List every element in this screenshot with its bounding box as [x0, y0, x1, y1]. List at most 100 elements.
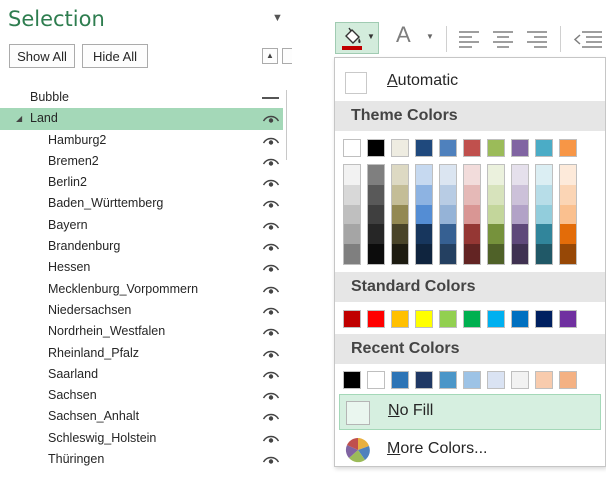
tree-item-berlin2[interactable]: Berlin2: [0, 172, 290, 193]
theme-color-swatch[interactable]: [487, 139, 505, 157]
theme-shade-swatch[interactable]: [464, 204, 480, 225]
standard-color-swatch[interactable]: [511, 310, 529, 328]
tree-item-rheinland-pfalz[interactable]: Rheinland_Pfalz: [0, 343, 290, 364]
align-left-icon[interactable]: [458, 30, 480, 48]
theme-shade-swatch[interactable]: [368, 184, 384, 205]
align-center-icon[interactable]: [492, 30, 514, 48]
theme-shade-swatch[interactable]: [392, 224, 408, 245]
decrease-indent-icon[interactable]: [572, 30, 602, 48]
theme-shade-swatch[interactable]: [344, 224, 360, 245]
theme-shade-swatch[interactable]: [512, 224, 528, 245]
shape-fill-button[interactable]: ▼: [335, 22, 379, 54]
theme-color-swatch[interactable]: [439, 139, 457, 157]
visibility-eye-icon[interactable]: [262, 428, 280, 449]
theme-shade-swatch[interactable]: [344, 165, 360, 185]
visibility-eye-icon[interactable]: [262, 343, 280, 364]
theme-shade-swatch[interactable]: [368, 224, 384, 245]
standard-color-swatch[interactable]: [343, 310, 361, 328]
theme-shade-swatch[interactable]: [464, 165, 480, 185]
pane-options-arrow-icon[interactable]: ▼: [272, 12, 283, 24]
theme-shade-swatch[interactable]: [464, 244, 480, 264]
theme-shade-swatch[interactable]: [512, 244, 528, 264]
recent-color-swatch[interactable]: [559, 371, 577, 389]
theme-shade-swatch[interactable]: [392, 244, 408, 264]
visibility-eye-icon[interactable]: [262, 279, 280, 300]
theme-shade-swatch[interactable]: [560, 204, 576, 225]
send-backward-icon[interactable]: [282, 48, 292, 64]
collapse-triangle-icon[interactable]: ◢: [16, 108, 22, 129]
theme-shade-swatch[interactable]: [464, 224, 480, 245]
automatic-color-item[interactable]: Automatic: [335, 64, 605, 98]
theme-shade-swatch[interactable]: [560, 165, 576, 185]
theme-color-swatch[interactable]: [391, 139, 409, 157]
visibility-eye-icon[interactable]: [262, 385, 280, 406]
recent-color-swatch[interactable]: [463, 371, 481, 389]
visibility-eye-icon[interactable]: [262, 172, 280, 193]
recent-color-swatch[interactable]: [415, 371, 433, 389]
theme-shade-swatch[interactable]: [416, 224, 432, 245]
theme-shade-swatch[interactable]: [440, 224, 456, 245]
theme-shade-swatch[interactable]: [392, 165, 408, 185]
theme-shade-swatch[interactable]: [464, 184, 480, 205]
align-right-icon[interactable]: [526, 30, 548, 48]
visibility-eye-icon[interactable]: [262, 193, 280, 214]
theme-shade-swatch[interactable]: [536, 165, 552, 185]
visibility-eye-icon[interactable]: [262, 300, 280, 321]
theme-shade-swatch[interactable]: [512, 204, 528, 225]
theme-shade-swatch[interactable]: [416, 244, 432, 264]
theme-shade-swatch[interactable]: [536, 244, 552, 264]
theme-color-swatch[interactable]: [511, 139, 529, 157]
theme-shade-swatch[interactable]: [344, 184, 360, 205]
tree-item-bayern[interactable]: Bayern: [0, 215, 290, 236]
theme-shade-swatch[interactable]: [440, 244, 456, 264]
tree-item-schleswig-holstein[interactable]: Schleswig_Holstein: [0, 428, 290, 449]
theme-shade-swatch[interactable]: [416, 204, 432, 225]
recent-color-swatch[interactable]: [487, 371, 505, 389]
theme-color-swatch[interactable]: [559, 139, 577, 157]
tree-item-nordrhein-westfalen[interactable]: Nordrhein_Westfalen: [0, 321, 290, 342]
theme-color-swatch[interactable]: [367, 139, 385, 157]
theme-shade-swatch[interactable]: [392, 184, 408, 205]
standard-color-swatch[interactable]: [487, 310, 505, 328]
theme-shade-swatch[interactable]: [512, 184, 528, 205]
theme-shade-swatch[interactable]: [416, 184, 432, 205]
tree-item-land[interactable]: ◢ Land: [0, 108, 283, 130]
theme-shade-swatch[interactable]: [512, 165, 528, 185]
visibility-eye-icon[interactable]: [262, 406, 280, 427]
recent-color-swatch[interactable]: [391, 371, 409, 389]
visibility-eye-icon[interactable]: [262, 321, 280, 342]
theme-shade-swatch[interactable]: [440, 184, 456, 205]
theme-color-swatch[interactable]: [415, 139, 433, 157]
theme-shade-swatch[interactable]: [344, 244, 360, 264]
theme-shade-swatch[interactable]: [368, 244, 384, 264]
standard-color-swatch[interactable]: [415, 310, 433, 328]
font-color-icon[interactable]: A: [396, 22, 411, 48]
tree-item-mecklenburg-vorpommern[interactable]: Mecklenburg_Vorpommern: [0, 279, 290, 300]
theme-shade-swatch[interactable]: [440, 165, 456, 185]
fill-dropdown-arrow-icon[interactable]: ▼: [367, 32, 375, 41]
visibility-eye-icon[interactable]: [262, 151, 280, 172]
standard-color-swatch[interactable]: [367, 310, 385, 328]
tree-item-bubble[interactable]: Bubble: [0, 87, 290, 108]
recent-color-swatch[interactable]: [511, 371, 529, 389]
show-all-button[interactable]: Show All: [9, 44, 75, 68]
theme-color-swatch[interactable]: [463, 139, 481, 157]
theme-color-swatch[interactable]: [343, 139, 361, 157]
theme-shade-swatch[interactable]: [488, 224, 504, 245]
tree-item-bremen2[interactable]: Bremen2: [0, 151, 290, 172]
bring-forward-icon[interactable]: ▲: [262, 48, 278, 64]
more-colors-item[interactable]: More Colors...: [335, 432, 605, 466]
theme-shade-swatch[interactable]: [392, 204, 408, 225]
standard-color-swatch[interactable]: [439, 310, 457, 328]
standard-color-swatch[interactable]: [559, 310, 577, 328]
visibility-eye-icon[interactable]: [262, 364, 280, 385]
tree-item-niedersachsen[interactable]: Niedersachsen: [0, 300, 290, 321]
no-fill-item[interactable]: No Fill: [339, 394, 601, 430]
theme-shade-swatch[interactable]: [536, 224, 552, 245]
standard-color-swatch[interactable]: [463, 310, 481, 328]
tree-item-sachsen-anhalt[interactable]: Sachsen_Anhalt: [0, 406, 290, 427]
tree-item-hamburg2[interactable]: Hamburg2: [0, 130, 290, 151]
recent-color-swatch[interactable]: [343, 371, 361, 389]
hidden-dash-icon[interactable]: [262, 97, 279, 99]
recent-color-swatch[interactable]: [439, 371, 457, 389]
